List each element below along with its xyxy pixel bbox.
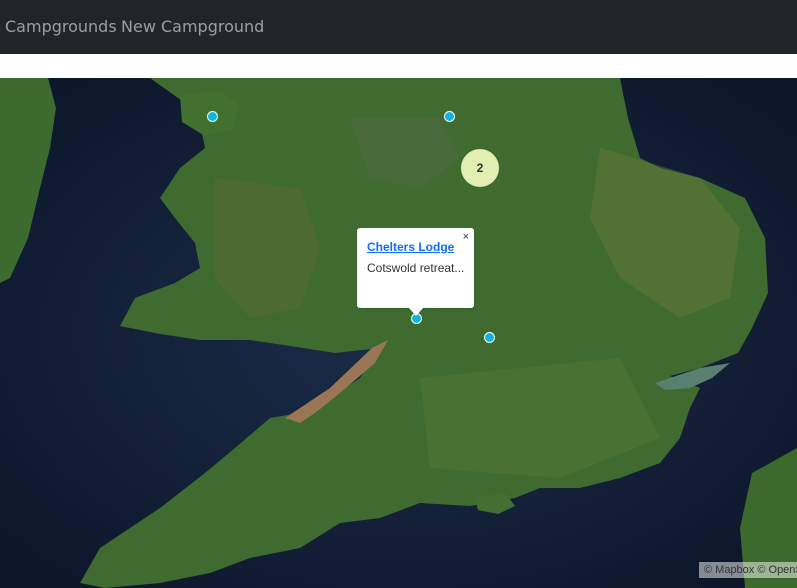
map-attribution[interactable]: © Mapbox © OpenStreetMap bbox=[699, 562, 797, 578]
popup-campground-link[interactable]: Chelters Lodge bbox=[367, 240, 454, 254]
map-popup: × Chelters Lodge Cotswold retreat... bbox=[357, 228, 474, 308]
popup-tip bbox=[409, 308, 423, 316]
cluster-marker[interactable]: 2 bbox=[461, 149, 499, 187]
cluster-count: 2 bbox=[476, 161, 484, 175]
campground-marker[interactable] bbox=[444, 111, 455, 122]
nav-link-campgrounds[interactable]: Campgrounds bbox=[5, 0, 117, 54]
satellite-imagery bbox=[0, 78, 797, 588]
cluster-map[interactable]: 2 © Mapbox © OpenStreetMap bbox=[0, 78, 797, 588]
close-icon[interactable]: × bbox=[463, 231, 469, 243]
nav-link-new-campground[interactable]: New Campground bbox=[121, 0, 264, 54]
popup-description: Cotswold retreat... bbox=[367, 261, 465, 275]
campground-marker[interactable] bbox=[207, 111, 218, 122]
navbar: Campgrounds New Campground bbox=[0, 0, 797, 54]
page-spacer bbox=[0, 54, 797, 78]
campground-marker[interactable] bbox=[484, 332, 495, 343]
